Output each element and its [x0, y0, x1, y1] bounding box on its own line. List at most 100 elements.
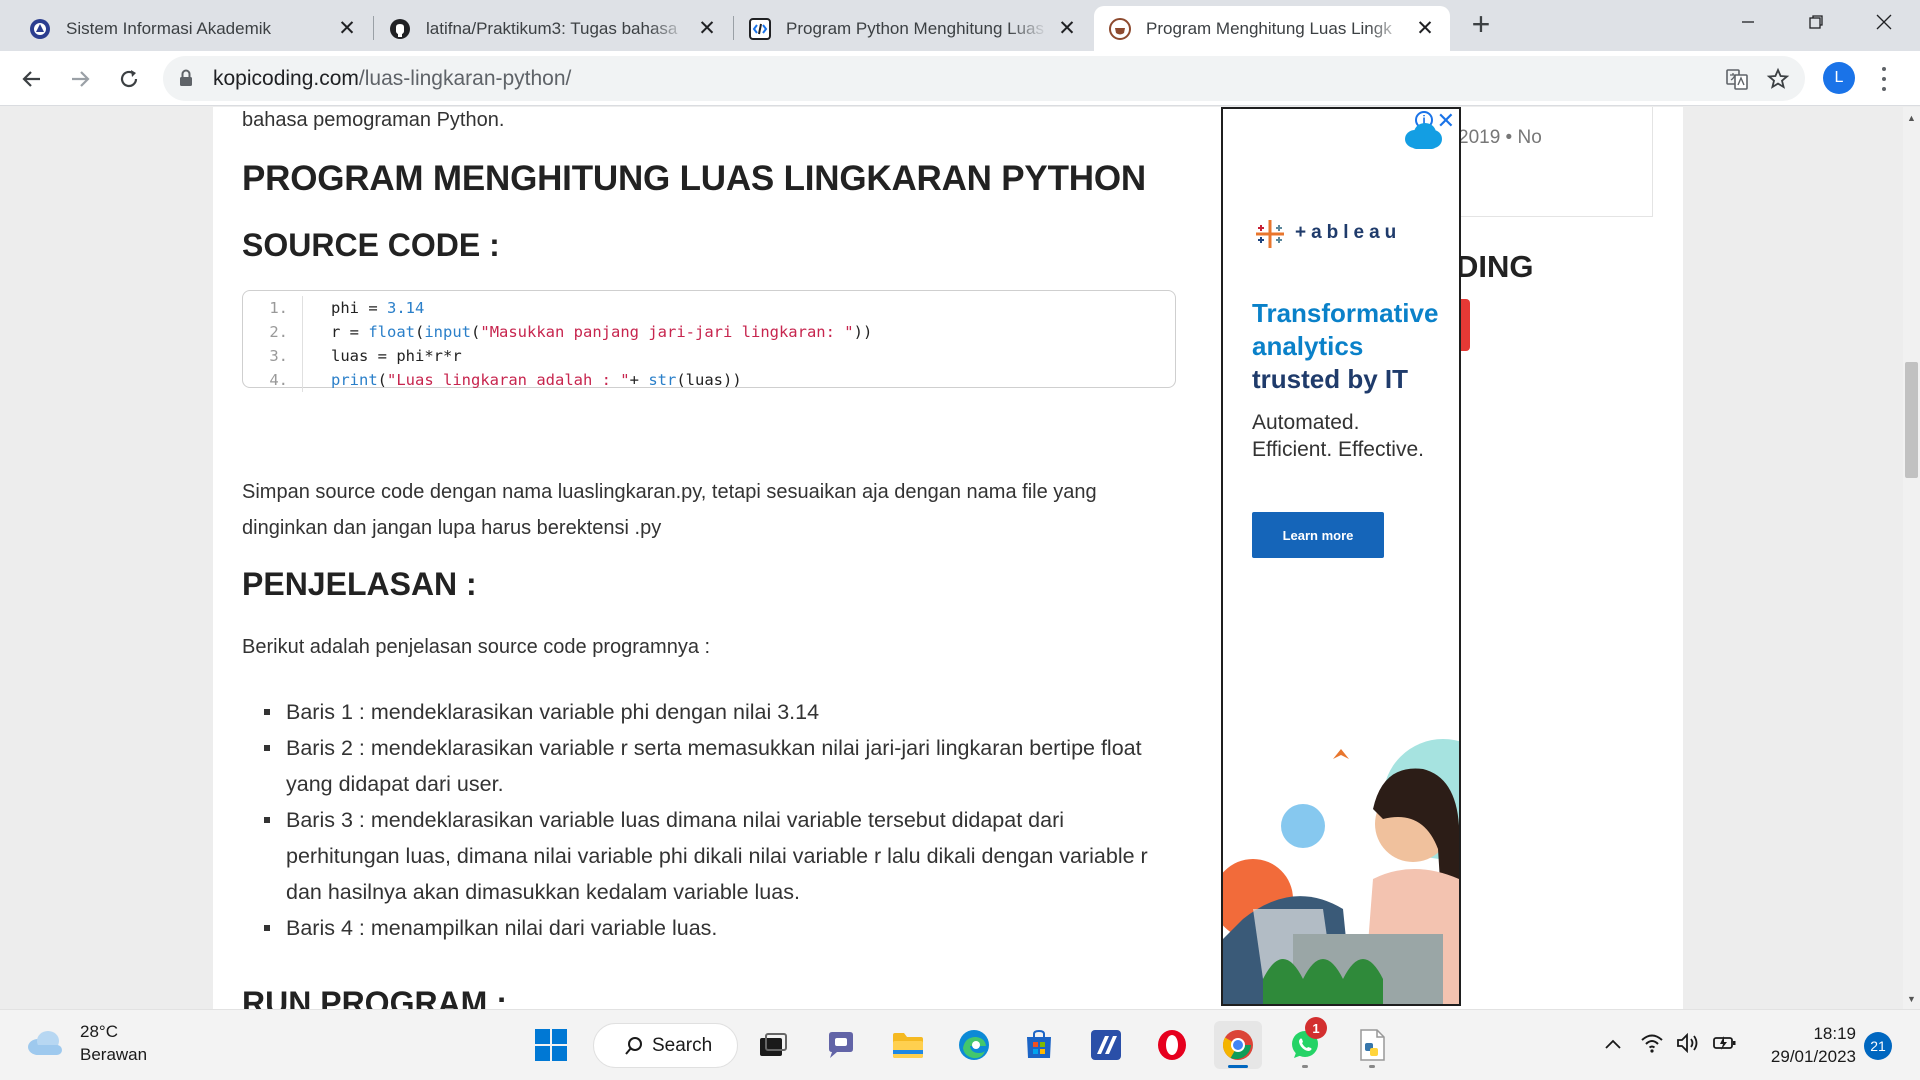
url-host: kopicoding.com: [213, 67, 359, 90]
tableau-logo-icon: [1256, 220, 1284, 248]
kopicoding-icon: [1108, 17, 1132, 41]
code-line: 3. luas = phi*r*r: [243, 344, 1175, 368]
reload-icon: [120, 70, 138, 88]
windows-taskbar: 28°C Berawan Search 1 18:19 29/01/2023 2…: [0, 1009, 1920, 1080]
folder-icon: [893, 1033, 923, 1058]
tab-github[interactable]: latifna/Praktikum3: Tugas bahasa ✕: [374, 6, 732, 51]
unread-badge: 1: [1305, 1017, 1327, 1039]
chrome-browser-button[interactable]: [1214, 1021, 1262, 1069]
opera-browser-button[interactable]: [1148, 1021, 1196, 1069]
clock-date: 29/01/2023: [1770, 1047, 1856, 1066]
close-tab-icon[interactable]: ✕: [334, 16, 360, 42]
notification-count-badge[interactable]: 21: [1864, 1032, 1892, 1060]
code-text: r = float(input("Masukkan panjang jari-j…: [331, 323, 873, 341]
code-brackets-icon: [748, 17, 772, 41]
lock-icon[interactable]: [179, 69, 193, 92]
tab-title: Sistem Informasi Akademik: [66, 18, 272, 38]
scroll-down-arrow-icon[interactable]: ▼: [1903, 990, 1920, 1007]
tableau-ad[interactable]: i ✕ +ableau Transformative analytics tru…: [1221, 107, 1461, 1006]
code-line: 2. r = float(input("Masukkan panjang jar…: [243, 320, 1175, 344]
edge-icon: [959, 1030, 989, 1060]
url-text[interactable]: kopicoding.com/luas-lingkaran-python/: [213, 67, 571, 91]
ad-headline-line: analytics: [1252, 331, 1364, 361]
system-tray: [1604, 1010, 1738, 1080]
restore-button[interactable]: [1783, 0, 1849, 44]
wifi-icon[interactable]: [1640, 1033, 1664, 1058]
speaker-icon[interactable]: [1676, 1032, 1700, 1058]
chat-icon: [829, 1032, 853, 1058]
code-block[interactable]: 1. phi = 3.14 2. r = float(input("Masukk…: [242, 290, 1176, 392]
store-icon: [1027, 1029, 1051, 1058]
address-bar[interactable]: kopicoding.com/luas-lingkaran-python/: [163, 56, 1805, 101]
weather-condition-text: Berawan: [80, 1045, 148, 1064]
running-app-indicator: [1302, 1065, 1308, 1068]
chevron-up-icon[interactable]: [1604, 1037, 1622, 1055]
forward-button[interactable]: [62, 61, 98, 97]
page-title: PROGRAM MENGHITUNG LUAS LINGKARAN PYTHON: [242, 159, 1146, 198]
arrow-right-icon: [72, 71, 90, 87]
new-tab-button[interactable]: +: [1466, 6, 1496, 42]
arrow-left-icon: [22, 71, 40, 87]
translate-icon[interactable]: [1723, 65, 1751, 93]
task-view-icon: [760, 1033, 787, 1056]
url-path: /luas-lingkaran-python/: [358, 67, 572, 90]
search-icon: [625, 1036, 642, 1055]
battery-icon[interactable]: [1712, 1033, 1738, 1058]
list-item: Baris 4 : menampilkan nilai dari variabl…: [242, 910, 1177, 946]
python-file-button[interactable]: [1348, 1021, 1396, 1069]
tab-title: latifna/Praktikum3: Tugas bahasa: [426, 18, 678, 38]
tab-program-python[interactable]: Program Python Menghitung Luas ✕: [734, 6, 1092, 51]
page-viewport: 2019 • No DING bahasa pemograman Python.…: [0, 107, 1903, 1009]
vertical-scrollbar[interactable]: ▲ ▼: [1903, 107, 1920, 1009]
sidebar-post-meta: 2019 • No: [1458, 127, 1542, 148]
back-button[interactable]: [14, 61, 50, 97]
active-app-indicator: [1228, 1065, 1248, 1068]
tab-active-kopicoding[interactable]: Program Menghitung Luas Lingk ✕: [1094, 6, 1450, 51]
microsoft-store-button[interactable]: [1015, 1021, 1063, 1069]
taskbar-search[interactable]: Search: [593, 1023, 738, 1068]
explanation-list: Baris 1 : mendeklarasikan variable phi d…: [242, 694, 1177, 946]
line-number: 2.: [243, 320, 303, 344]
minimize-button[interactable]: [1715, 0, 1781, 44]
ad-subtext: Automated. Efficient. Effective.: [1252, 409, 1457, 463]
profile-avatar[interactable]: L: [1823, 62, 1855, 94]
cloud-icon: [28, 1031, 62, 1055]
teams-chat-button[interactable]: [817, 1021, 865, 1069]
task-view-button[interactable]: [749, 1021, 797, 1069]
edge-browser-button[interactable]: [950, 1021, 998, 1069]
tab-title: Program Menghitung Luas Lingk: [1146, 18, 1392, 38]
reload-button[interactable]: [111, 61, 147, 97]
save-note-paragraph: Simpan source code dengan nama luaslingk…: [242, 481, 1097, 539]
start-button[interactable]: [527, 1021, 575, 1069]
whatsapp-button[interactable]: 1: [1281, 1017, 1329, 1069]
opera-icon: [1158, 1030, 1186, 1060]
lead-text: bahasa pemograman Python.: [242, 109, 505, 131]
bookmark-star-icon[interactable]: [1764, 65, 1792, 93]
ad-learn-more-button[interactable]: Learn more: [1252, 512, 1384, 558]
salesforce-cloud-icon: [1405, 123, 1442, 149]
code-text: phi = 3.14: [331, 299, 425, 317]
code-line: 4. print("Luas lingkaran adalah : "+ str…: [243, 368, 1175, 392]
ad-brand-text: +ableau: [1295, 222, 1402, 243]
close-tab-icon[interactable]: ✕: [1412, 16, 1438, 42]
menu-kebab-icon[interactable]: [1874, 64, 1894, 94]
system-clock[interactable]: 18:19 29/01/2023: [1752, 1022, 1856, 1068]
tab-sistem-informasi[interactable]: Sistem Informasi Akademik ✕: [14, 6, 372, 51]
ad-headline-line: Transformative: [1252, 298, 1439, 328]
close-tab-icon[interactable]: ✕: [694, 16, 720, 42]
ad-subtext-line: Automated.: [1252, 411, 1360, 434]
scroll-up-arrow-icon[interactable]: ▲: [1903, 109, 1920, 126]
close-window-button[interactable]: [1851, 0, 1917, 44]
university-logo-icon: [28, 17, 52, 41]
ad-headline-line: trusted by IT: [1252, 364, 1409, 394]
ad-person-illustration: [1223, 739, 1459, 1004]
coding-app-button[interactable]: [1082, 1021, 1130, 1069]
browser-toolbar: kopicoding.com/luas-lingkaran-python/ L: [0, 51, 1920, 106]
ad-subtext-line: Efficient. Effective.: [1252, 438, 1424, 461]
scrollbar-thumb[interactable]: [1905, 362, 1918, 478]
line-number: 4.: [243, 368, 303, 392]
weather-widget[interactable]: 28°C Berawan: [26, 1020, 147, 1066]
close-tab-icon[interactable]: ✕: [1054, 16, 1080, 42]
clock-time: 18:19: [1813, 1024, 1856, 1043]
file-explorer-button[interactable]: [884, 1021, 932, 1069]
